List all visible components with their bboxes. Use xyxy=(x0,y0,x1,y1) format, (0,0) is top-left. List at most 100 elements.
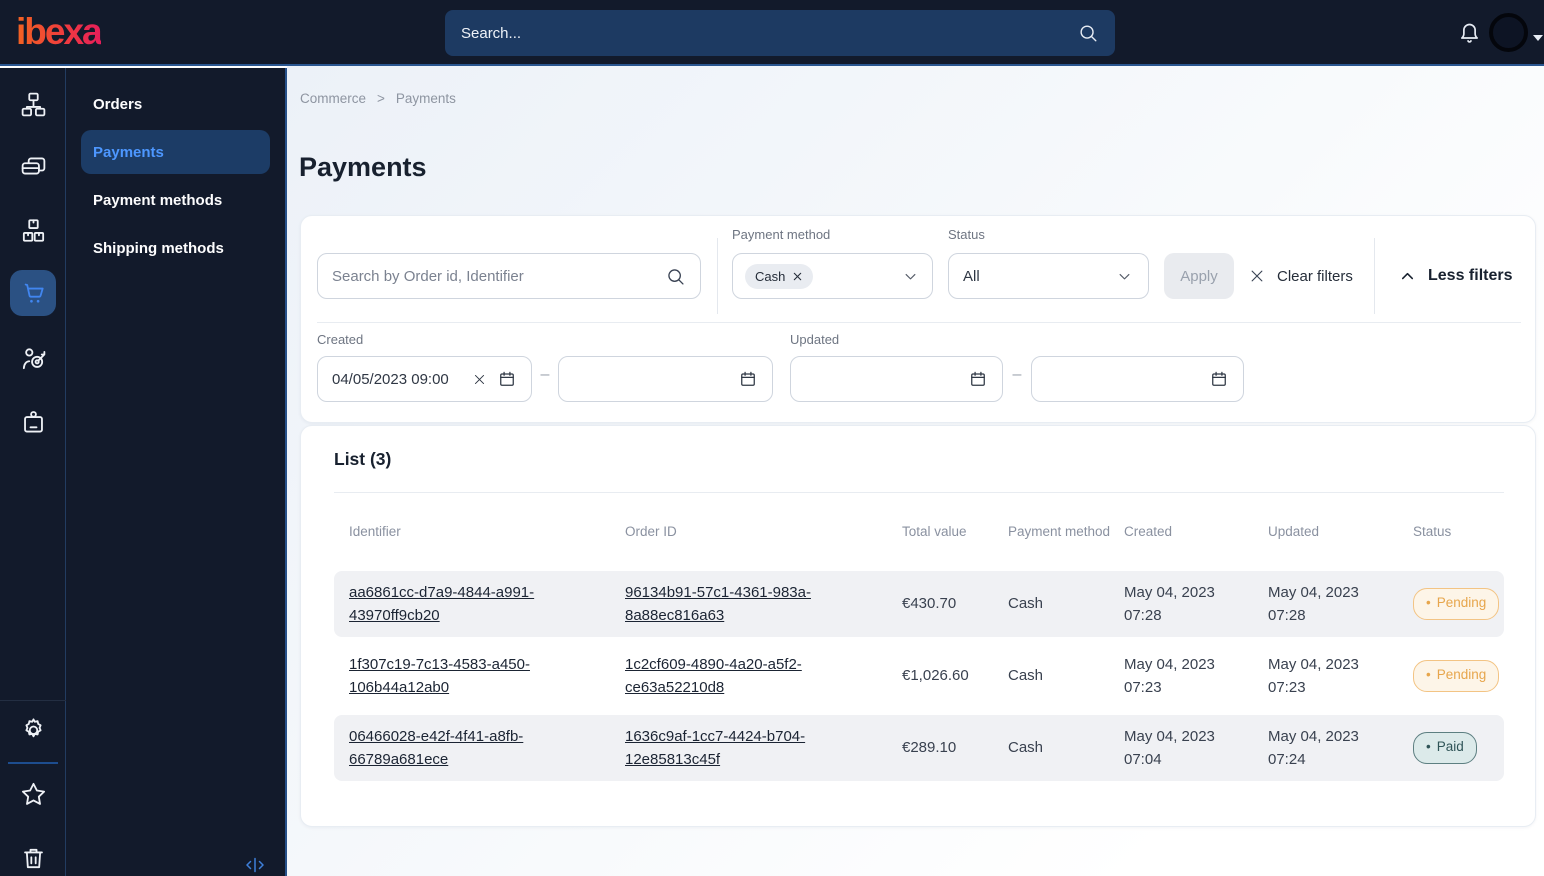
created-to-input[interactable] xyxy=(573,370,738,388)
col-status: Status xyxy=(1413,523,1452,539)
submenu-item-orders[interactable]: Orders xyxy=(81,82,270,126)
identifier-link[interactable]: 06466028-e42f-4f41-a8fb-66789a681ece xyxy=(349,725,625,772)
sidebar-item-product-catalog[interactable] xyxy=(10,207,56,253)
chevron-down-icon xyxy=(1115,267,1134,286)
apply-button[interactable]: Apply xyxy=(1164,253,1234,299)
topbar: ibexa xyxy=(0,0,1544,66)
order-id-link[interactable]: 96134b91-57c1-4361-983a-8a88ec816a63 xyxy=(625,581,902,628)
clear-filters-label: Clear filters xyxy=(1277,267,1353,285)
filter-divider xyxy=(717,238,718,314)
submenu-item-payment-methods[interactable]: Payment methods xyxy=(81,178,270,222)
table-row: 06466028-e42f-4f41-a8fb-66789a681ece 163… xyxy=(334,715,1504,781)
less-filters-button[interactable]: Less filters xyxy=(1398,253,1512,299)
search-icon xyxy=(665,266,686,287)
badge-icon xyxy=(19,408,48,437)
calendar-icon[interactable] xyxy=(1209,369,1229,389)
payment-method: Cash xyxy=(1008,667,1044,685)
updated-at: May 04, 2023 07:24 xyxy=(1268,727,1359,768)
status-value: All xyxy=(963,267,980,285)
global-search[interactable] xyxy=(445,10,1115,56)
sidebar-item-trash[interactable] xyxy=(10,835,56,876)
submenu-item-payments[interactable]: Payments xyxy=(81,130,270,174)
trash-icon xyxy=(19,844,48,873)
total-value: €430.70 xyxy=(902,595,957,613)
filter-search-input[interactable] xyxy=(332,267,665,285)
col-order-id: Order ID xyxy=(625,523,677,539)
packages-icon xyxy=(19,216,48,245)
notifications-bell-icon[interactable] xyxy=(1456,20,1483,47)
global-search-input[interactable] xyxy=(461,24,1077,42)
chevron-up-icon xyxy=(1398,267,1417,286)
clear-date-icon[interactable] xyxy=(472,372,487,387)
order-id-link[interactable]: 1636c9af-1cc7-4424-b704-12e85813c45f xyxy=(625,725,902,772)
filter-row-divider xyxy=(317,322,1521,323)
updated-to-input[interactable] xyxy=(1046,370,1209,388)
payments-list-panel: List (3) Identifier Order ID Total value… xyxy=(300,425,1536,827)
sidebar-item-settings[interactable] xyxy=(10,707,56,753)
sidebar-item-bookmarks[interactable] xyxy=(10,771,56,817)
chip-remove-icon[interactable] xyxy=(792,271,803,282)
list-divider xyxy=(334,492,1504,493)
updated-to-field[interactable] xyxy=(1031,356,1244,402)
created-from-field[interactable] xyxy=(317,356,532,402)
sidebar-item-personalization[interactable] xyxy=(10,335,56,381)
ibexa-logo: ibexa xyxy=(16,11,103,52)
app-window: ibexa Search... Orders Payments Payment … xyxy=(0,0,1544,876)
filter-search-box[interactable] xyxy=(317,253,701,299)
page-title: Payments xyxy=(299,152,427,182)
breadcrumb-payments[interactable]: Payments xyxy=(396,91,456,106)
sidebar-item-corporate[interactable] xyxy=(10,399,56,445)
person-target-icon xyxy=(19,344,48,373)
created-to-field[interactable] xyxy=(558,356,773,402)
status-select[interactable]: All xyxy=(948,253,1149,299)
table-row: aa6861cc-d7a9-4844-a991-43970ff9cb20 961… xyxy=(334,571,1504,637)
col-total-value: Total value xyxy=(902,523,967,539)
payment-method: Cash xyxy=(1008,739,1044,757)
identifier-link[interactable]: aa6861cc-d7a9-4844-a991-43970ff9cb20 xyxy=(349,581,625,628)
user-avatar[interactable] xyxy=(1489,13,1528,52)
updated-at: May 04, 2023 07:28 xyxy=(1268,583,1359,624)
submenu-item-shipping-methods[interactable]: Shipping methods xyxy=(81,226,270,270)
sidebar-item-pages[interactable] xyxy=(10,144,56,190)
sidebar-divider xyxy=(0,700,66,701)
table-row: 1f307c19-7c13-4583-a450-106b44a12ab0 1c2… xyxy=(334,643,1504,709)
chevron-down-icon xyxy=(901,267,920,286)
status-badge: Paid xyxy=(1413,732,1477,764)
col-payment-method: Payment method xyxy=(1008,523,1111,539)
table-body: aa6861cc-d7a9-4844-a991-43970ff9cb20 961… xyxy=(334,571,1504,781)
calendar-icon[interactable] xyxy=(497,369,517,389)
user-menu-chevron-down-icon[interactable] xyxy=(1533,29,1543,41)
collapse-sidebar-button[interactable] xyxy=(243,853,269,876)
order-id-link[interactable]: 1c2cf609-4890-4a20-a5f2-ce63a52210d8 xyxy=(625,653,902,700)
secondary-sidebar: Orders Payments Payment methods Shipping… xyxy=(66,68,287,876)
filters-panel: Payment method Cash Status All xyxy=(300,215,1536,423)
clear-filters-button[interactable]: Clear filters xyxy=(1248,253,1353,299)
sidebar-item-commerce[interactable] xyxy=(10,270,56,316)
icon-sidebar xyxy=(0,68,66,876)
close-icon xyxy=(1248,267,1266,285)
sidebar-item-content-structure[interactable] xyxy=(10,81,56,127)
created-at: May 04, 2023 07:23 xyxy=(1124,655,1215,696)
col-identifier: Identifier xyxy=(349,523,401,539)
search-icon xyxy=(1077,22,1099,44)
date-range-separator: – xyxy=(540,366,550,383)
payment-method-label: Payment method xyxy=(732,227,831,242)
col-updated: Updated xyxy=(1268,523,1320,539)
created-at: May 04, 2023 07:28 xyxy=(1124,583,1215,624)
created-from-input[interactable] xyxy=(332,370,462,388)
updated-from-field[interactable] xyxy=(790,356,1003,402)
payment-method-chip: Cash xyxy=(745,263,814,289)
main-content: Commerce > Payments Payments Payment met… xyxy=(287,66,1544,876)
less-filters-label: Less filters xyxy=(1428,267,1513,284)
updated-from-input[interactable] xyxy=(805,370,968,388)
calendar-icon[interactable] xyxy=(738,369,758,389)
identifier-link[interactable]: 1f307c19-7c13-4583-a450-106b44a12ab0 xyxy=(349,653,625,700)
shopping-cart-icon xyxy=(19,279,48,308)
star-icon xyxy=(19,780,48,809)
breadcrumb: Commerce > Payments xyxy=(300,91,456,106)
calendar-icon[interactable] xyxy=(968,369,988,389)
pages-icon xyxy=(19,153,48,182)
date-range-separator: – xyxy=(1012,366,1022,383)
payment-method-select[interactable]: Cash xyxy=(732,253,933,299)
breadcrumb-commerce[interactable]: Commerce xyxy=(300,91,366,106)
